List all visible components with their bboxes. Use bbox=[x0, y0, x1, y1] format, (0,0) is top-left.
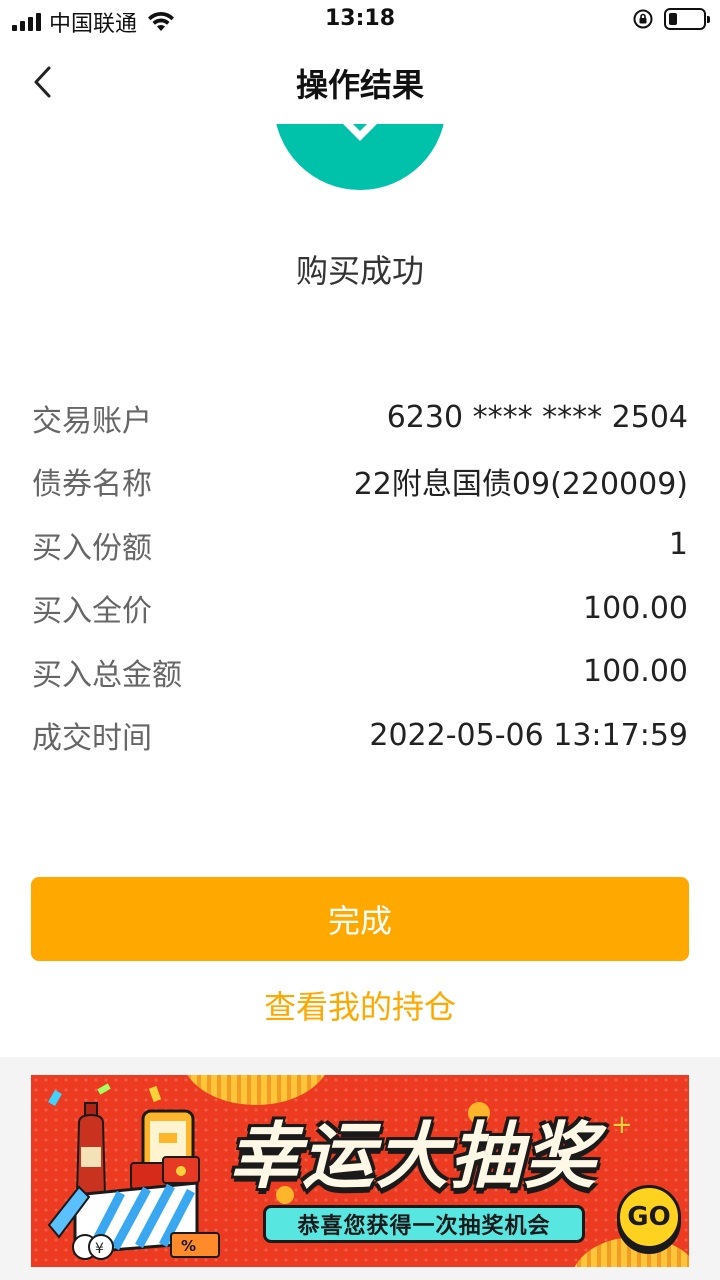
detail-row-total-amount: 买入总金额 100.00 bbox=[32, 640, 688, 704]
detail-value: 1 bbox=[668, 527, 688, 563]
svg-text:%: % bbox=[181, 1237, 196, 1255]
done-button[interactable]: 完成 bbox=[31, 877, 689, 961]
view-holdings-link[interactable]: 查看我的持仓 bbox=[0, 982, 720, 1028]
go-button[interactable]: GO bbox=[617, 1185, 681, 1249]
coupon-icon: % bbox=[170, 1232, 220, 1258]
battery-icon bbox=[664, 8, 710, 30]
detail-row-bond-name: 债券名称 22附息国债09(220009) bbox=[32, 450, 688, 514]
detail-label: 买入全价 bbox=[32, 594, 152, 630]
detail-value: 22附息国债09(220009) bbox=[353, 467, 688, 503]
lucky-draw-banner[interactable]: + ¥ % 幸运大抽奖 恭喜您获得一次抽奖机会 GO bbox=[31, 1075, 689, 1267]
success-check-icon bbox=[274, 124, 446, 190]
detail-row-trade-time: 成交时间 2022-05-06 13:17:59 bbox=[32, 704, 688, 768]
detail-label: 交易账户 bbox=[32, 403, 152, 439]
banner-title: 幸运大抽奖 bbox=[227, 1114, 598, 1198]
svg-text:¥: ¥ bbox=[95, 1241, 104, 1257]
status-bar: 中国联通 13:18 bbox=[0, 0, 720, 40]
detail-label: 买入份额 bbox=[32, 530, 152, 566]
result-title: 购买成功 bbox=[295, 252, 424, 290]
detail-value: 100.00 bbox=[583, 654, 688, 690]
detail-value: 6230 **** **** 2504 bbox=[386, 400, 688, 436]
detail-row-account: 交易账户 6230 **** **** 2504 bbox=[32, 386, 688, 450]
page-title: 操作结果 bbox=[295, 66, 424, 104]
order-details: 交易账户 6230 **** **** 2504 债券名称 22附息国债09(2… bbox=[32, 386, 688, 767]
detail-row-full-price: 买入全价 100.00 bbox=[32, 577, 688, 641]
detail-row-shares: 买入份额 1 bbox=[32, 513, 688, 577]
detail-label: 债券名称 bbox=[32, 467, 152, 503]
banner-subtitle: 恭喜您获得一次抽奖机会 bbox=[263, 1205, 585, 1243]
orientation-lock-icon bbox=[633, 9, 653, 29]
detail-label: 成交时间 bbox=[32, 721, 152, 757]
banner-area: + ¥ % 幸运大抽奖 恭喜您获得一次抽奖机会 GO bbox=[0, 1057, 720, 1280]
detail-value: 2022-05-06 13:17:59 bbox=[369, 717, 688, 753]
detail-value: 100.00 bbox=[583, 590, 688, 626]
wine-bottle-icon bbox=[75, 1102, 107, 1196]
nav-bar: 操作结果 bbox=[0, 40, 720, 124]
status-right bbox=[632, 8, 710, 30]
status-time: 13:18 bbox=[324, 6, 396, 31]
detail-label: 买入总金额 bbox=[32, 657, 182, 693]
